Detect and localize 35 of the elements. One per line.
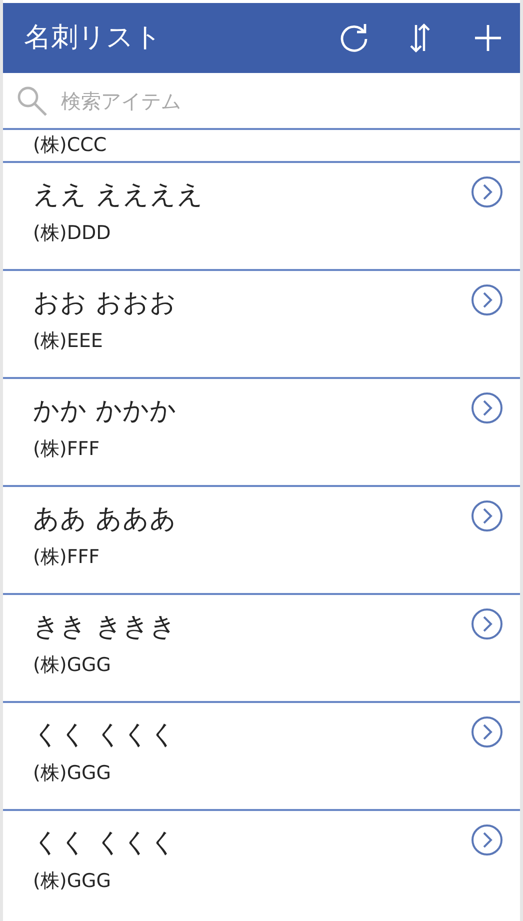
chevron-circle-icon[interactable] (471, 824, 503, 856)
chevron-circle-icon[interactable] (471, 392, 503, 424)
person-name: くく くくく (33, 719, 178, 752)
header-title: 名刺リスト (24, 20, 163, 55)
chevron-circle-icon[interactable] (471, 284, 503, 316)
company-name: (株)GGG (33, 869, 112, 894)
card-list-item[interactable]: くく くくく (株)GGG (3, 809, 520, 917)
person-name: おお おおお (33, 287, 178, 320)
search-icon (16, 84, 48, 116)
company-name: (株)DDD (33, 221, 112, 246)
person-name: かか かかか (33, 395, 178, 428)
person-name: きき ききき (33, 611, 178, 644)
refresh-icon[interactable] (338, 22, 370, 54)
person-name: ああ あああ (33, 503, 178, 536)
chevron-circle-icon[interactable] (471, 608, 503, 640)
company-name: (株)FFF (33, 437, 101, 462)
chevron-circle-icon[interactable] (471, 716, 503, 748)
search-field[interactable]: 検索アイテム (61, 86, 520, 116)
company-name: (株)CCC (33, 133, 107, 157)
company-name: (株)GGG (33, 761, 112, 786)
card-list-item[interactable]: きき ききき (株)GGG (3, 593, 520, 701)
person-name: ええ ええええ (33, 179, 204, 212)
card-list-item[interactable]: くく くくく (株)GGG (3, 701, 520, 809)
person-name: くく くくく (33, 827, 178, 860)
add-icon[interactable] (474, 24, 502, 52)
company-name: (株)EEE (33, 329, 104, 354)
company-name: (株)GGG (33, 653, 112, 678)
company-name: (株)FFF (33, 545, 101, 570)
card-list-item[interactable]: かか かかか (株)FFF (3, 377, 520, 485)
chevron-circle-icon[interactable] (471, 176, 503, 208)
card-list-item[interactable]: おお おおお (株)EEE (3, 269, 520, 377)
card-list-item[interactable]: ええ ええええ (株)DDD (3, 161, 520, 269)
sort-icon[interactable] (408, 21, 432, 55)
chevron-circle-icon[interactable] (471, 500, 503, 532)
card-list-item[interactable]: ああ あああ (株)FFF (3, 485, 520, 593)
